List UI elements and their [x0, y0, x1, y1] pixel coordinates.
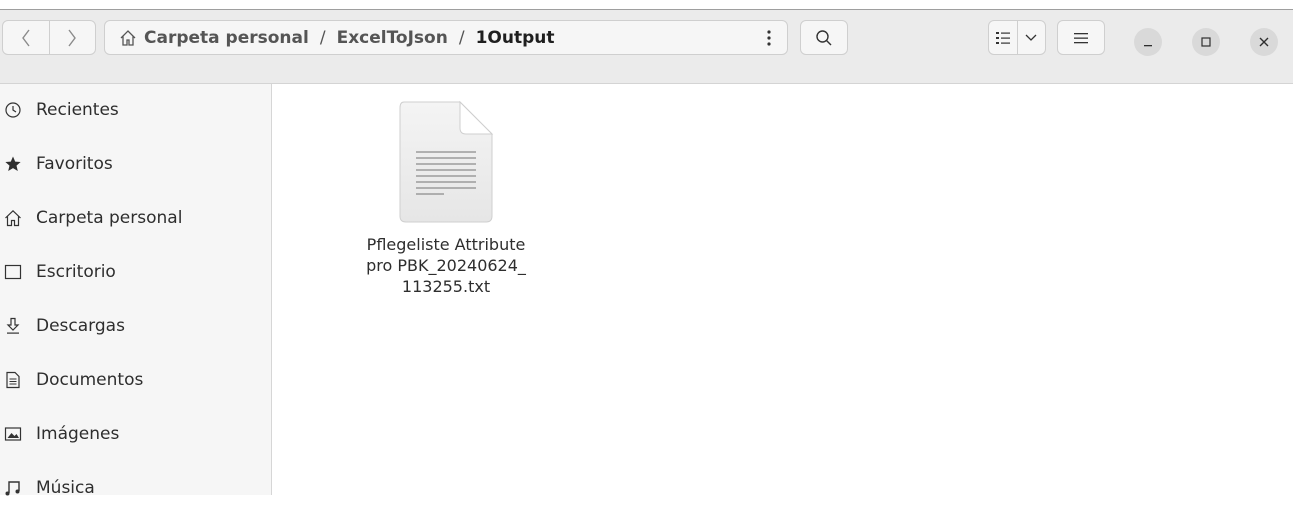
- main-menu-button[interactable]: [1057, 20, 1105, 55]
- list-view-button[interactable]: [989, 21, 1017, 54]
- path-bar[interactable]: Carpeta personal / ExcelToJson / 1Output: [104, 20, 788, 55]
- close-icon: [1259, 37, 1269, 47]
- image-icon: [4, 425, 22, 443]
- chevron-down-icon: [1025, 34, 1037, 41]
- path-separator: /: [319, 27, 326, 48]
- home-icon: [4, 209, 22, 227]
- sidebar-item-label: Escritorio: [36, 262, 116, 282]
- sidebar-item-recientes[interactable]: Recientes: [0, 90, 271, 130]
- minimize-icon: [1144, 45, 1152, 47]
- sidebar-item-favoritos[interactable]: Favoritos: [0, 144, 271, 184]
- home-icon: [119, 29, 137, 47]
- file-view: Pflegeliste Attribute pro PBK_20240624_ …: [273, 84, 1293, 495]
- sidebar-item-descargas[interactable]: Descargas: [0, 306, 271, 346]
- sidebar-item-label: Descargas: [36, 316, 125, 336]
- maximize-button[interactable]: [1192, 28, 1220, 56]
- file-item[interactable]: Pflegeliste Attribute pro PBK_20240624_ …: [335, 98, 557, 297]
- file-name-line: 113255.txt: [401, 277, 491, 296]
- sidebar-item-label: Documentos: [36, 370, 144, 390]
- sidebar-item-musica[interactable]: Música: [0, 468, 271, 508]
- path-separator: /: [458, 27, 465, 48]
- chevron-left-icon: [21, 29, 30, 46]
- forward-button[interactable]: [48, 21, 96, 54]
- download-icon: [4, 317, 22, 335]
- back-button[interactable]: [3, 21, 49, 54]
- music-icon: [4, 479, 22, 497]
- sidebar: Recientes Favoritos Carpeta personal Esc…: [0, 84, 272, 498]
- clock-icon: [4, 101, 22, 119]
- star-icon: [4, 155, 22, 173]
- file-name-line: Pflegeliste Attribute: [366, 235, 526, 254]
- navigation-buttons: [2, 20, 96, 55]
- path-segment-current[interactable]: 1Output: [476, 28, 555, 48]
- hamburger-icon: [1074, 32, 1088, 43]
- sidebar-item-label: Imágenes: [36, 424, 120, 444]
- view-toggle-group: [988, 20, 1046, 55]
- sidebar-item-carpeta-personal[interactable]: Carpeta personal: [0, 198, 271, 238]
- view-options-dropdown[interactable]: [1016, 21, 1046, 54]
- search-button[interactable]: [800, 20, 848, 55]
- path-segment-home[interactable]: Carpeta personal: [144, 28, 309, 48]
- file-name-line: pro PBK_20240624_: [366, 256, 526, 275]
- sidebar-item-imagenes[interactable]: Imágenes: [0, 414, 271, 454]
- sidebar-item-label: Favoritos: [36, 154, 113, 174]
- path-menu-button[interactable]: [750, 20, 788, 55]
- vertical-dots-icon: [767, 29, 771, 46]
- chevron-right-icon: [68, 29, 77, 46]
- search-icon: [816, 29, 832, 45]
- sidebar-item-escritorio[interactable]: Escritorio: [0, 252, 271, 292]
- list-view-icon: [995, 31, 1010, 44]
- sidebar-item-label: Recientes: [36, 100, 119, 120]
- file-name: Pflegeliste Attribute pro PBK_20240624_ …: [335, 234, 557, 297]
- text-file-icon: [399, 100, 494, 223]
- close-button[interactable]: [1250, 28, 1278, 56]
- sidebar-item-label: Música: [36, 478, 95, 498]
- document-icon: [4, 371, 22, 389]
- window-top-border: [0, 0, 1293, 10]
- minimize-button[interactable]: [1134, 28, 1162, 56]
- desktop-icon: [4, 263, 22, 281]
- maximize-icon: [1201, 37, 1211, 47]
- path-segment-exceltojson[interactable]: ExcelToJson: [337, 28, 448, 48]
- sidebar-item-documentos[interactable]: Documentos: [0, 360, 271, 400]
- sidebar-item-label: Carpeta personal: [36, 208, 183, 228]
